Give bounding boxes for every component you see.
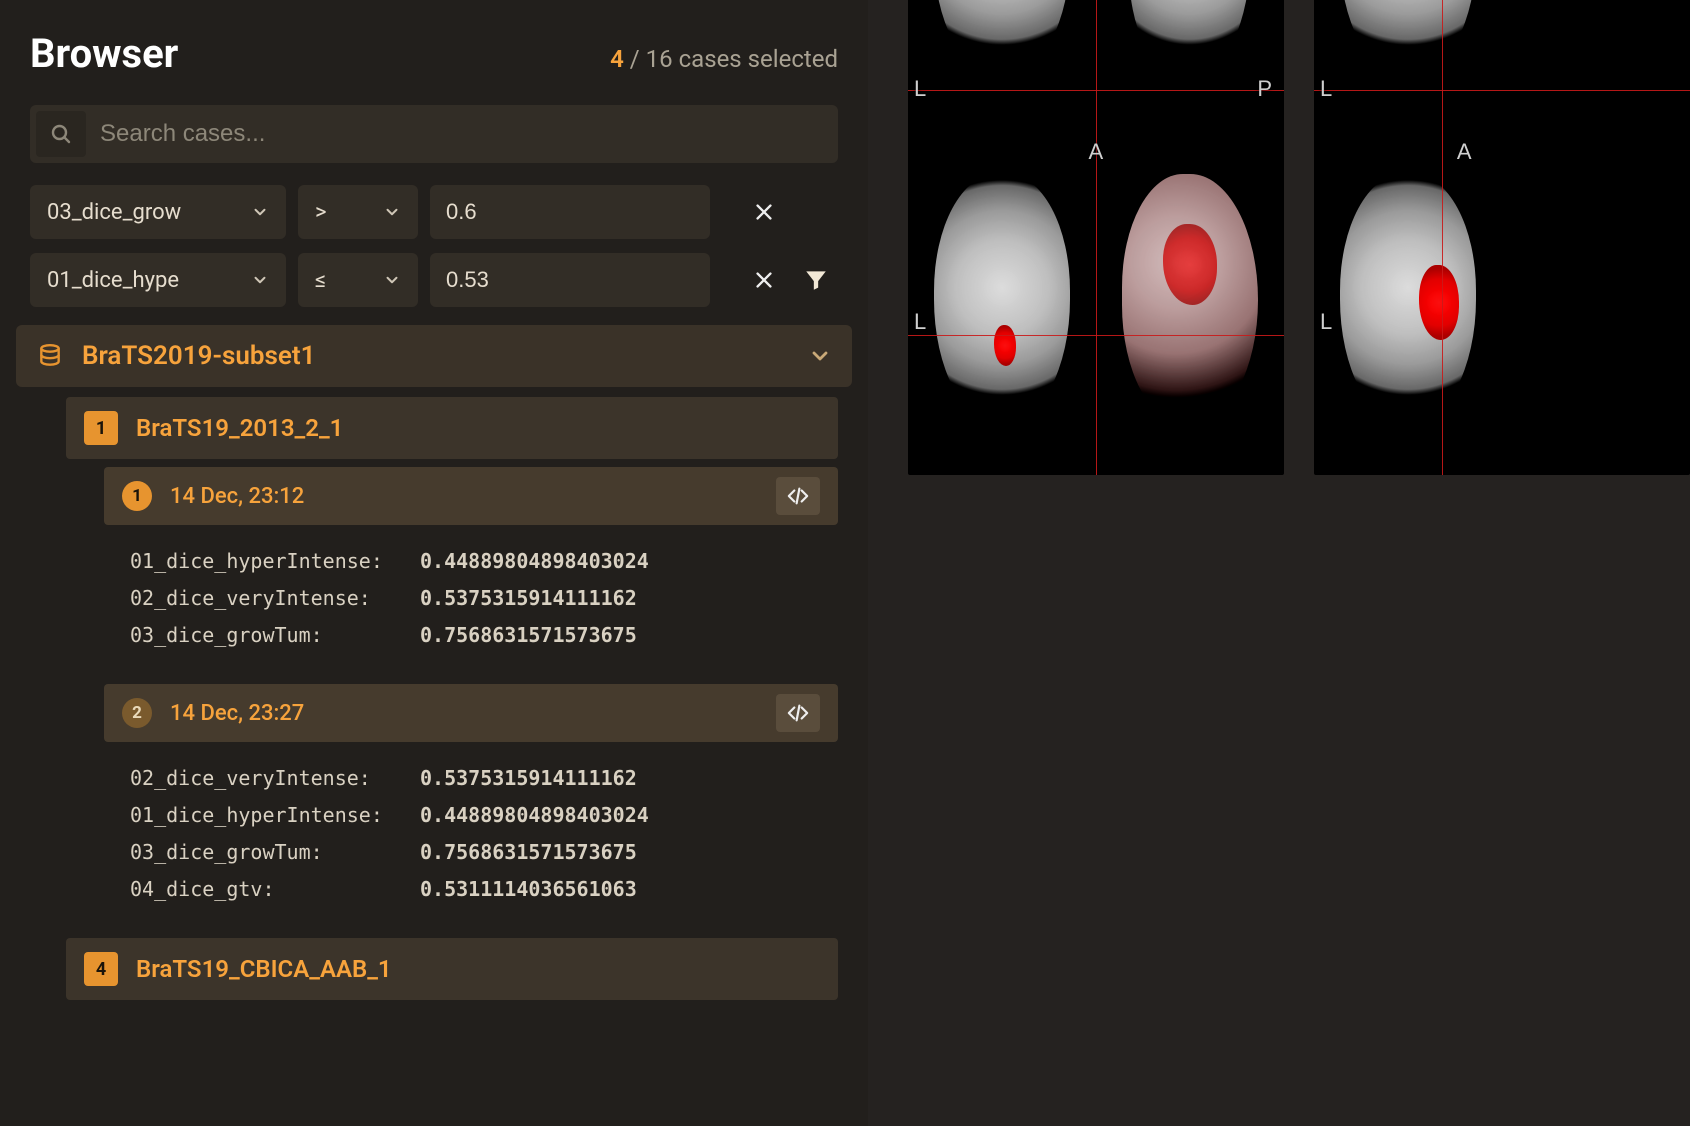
filter-field-label-2: 01_dice_hype [47, 268, 179, 293]
metric-row: 02_dice_veryIntense:0.5375315914111162 [130, 580, 820, 617]
viewer-panel: L P A L L A L [868, 0, 1690, 1126]
filter-remove-button-1[interactable] [746, 194, 782, 230]
case-thumbnail[interactable]: L P A L [908, 0, 1284, 475]
filter-row-2: 01_dice_hype ≤ [30, 253, 838, 307]
metric-row: 04_dice_gtv:0.5311114036561063 [130, 871, 820, 908]
filter-apply-button[interactable] [794, 258, 838, 302]
pass-code-button[interactable] [776, 477, 820, 515]
metric-row: 02_dice_veryIntense:0.5375315914111162 [130, 760, 820, 797]
close-icon [753, 269, 775, 291]
pass-badge: 1 [122, 481, 152, 511]
orientation-label-a: A [1088, 139, 1103, 165]
filter-value-input-1[interactable] [430, 185, 710, 239]
code-icon [785, 485, 811, 507]
chevron-down-icon [383, 203, 401, 221]
search-input[interactable] [92, 110, 832, 158]
dataset-name: BraTS2019-subset1 [82, 341, 315, 371]
case-badge: 4 [84, 952, 118, 986]
chevron-down-icon [808, 344, 832, 368]
orientation-label-l: L [914, 309, 926, 335]
search-row[interactable] [30, 105, 838, 163]
filter-field-select-1[interactable]: 03_dice_grow [30, 185, 286, 239]
selected-count: 4 [610, 45, 624, 73]
metrics-block: 01_dice_hyperIntense:0.44889804898403024… [104, 533, 838, 668]
filter-op-label-1: > [315, 200, 327, 225]
filter-op-select-1[interactable]: > [298, 185, 418, 239]
close-icon [753, 201, 775, 223]
case-list: BraTS2019-subset1 1 BraTS19_2013_2_1 1 1… [30, 325, 838, 1000]
pass-row[interactable]: 2 14 Dec, 23:27 [104, 684, 838, 742]
database-icon [36, 342, 64, 370]
metric-row: 03_dice_growTum:0.7568631571573675 [130, 834, 820, 871]
pass-timestamp: 14 Dec, 23:27 [170, 701, 304, 726]
case-thumbnail[interactable]: L A L [1314, 0, 1690, 475]
orientation-label-a: A [1457, 139, 1472, 165]
filter-row-1: 03_dice_grow > [30, 185, 838, 239]
total-count-suffix: 16 cases selected [646, 45, 838, 73]
chevron-down-icon [383, 271, 401, 289]
code-icon [785, 702, 811, 724]
pass-timestamp: 14 Dec, 23:12 [170, 484, 304, 509]
chevron-down-icon [251, 271, 269, 289]
case-name: BraTS19_CBICA_AAB_1 [136, 955, 392, 983]
pass-badge: 2 [122, 698, 152, 728]
browser-title: Browser [30, 30, 178, 77]
pass-code-button[interactable] [776, 694, 820, 732]
metrics-block: 02_dice_veryIntense:0.5375315914111162 0… [104, 750, 838, 922]
metric-row: 03_dice_growTum:0.7568631571573675 [130, 617, 820, 654]
case-row[interactable]: 4 BraTS19_CBICA_AAB_1 [66, 938, 838, 1000]
selection-count: 4 / 16 cases selected [610, 45, 838, 73]
orientation-label-p: P [1257, 76, 1272, 102]
metric-row: 01_dice_hyperIntense:0.44889804898403024 [130, 797, 820, 834]
case-badge: 1 [84, 411, 118, 445]
browser-header: Browser 4 / 16 cases selected [30, 30, 838, 77]
browser-panel: Browser 4 / 16 cases selected 03_dice_gr… [0, 0, 868, 1126]
filter-icon [803, 267, 829, 293]
filter-field-select-2[interactable]: 01_dice_hype [30, 253, 286, 307]
case-name: BraTS19_2013_2_1 [136, 414, 343, 442]
filter-remove-button-2[interactable] [746, 262, 782, 298]
orientation-label-l: L [1320, 309, 1332, 335]
filter-op-select-2[interactable]: ≤ [298, 253, 418, 307]
filter-field-label-1: 03_dice_grow [47, 200, 181, 225]
pass-row[interactable]: 1 14 Dec, 23:12 [104, 467, 838, 525]
case-row[interactable]: 1 BraTS19_2013_2_1 [66, 397, 838, 459]
search-icon [36, 111, 86, 157]
filter-op-label-2: ≤ [315, 268, 326, 293]
chevron-down-icon [251, 203, 269, 221]
dataset-row[interactable]: BraTS2019-subset1 [16, 325, 852, 387]
filter-value-input-2[interactable] [430, 253, 710, 307]
metric-row: 01_dice_hyperIntense:0.44889804898403024 [130, 543, 820, 580]
orientation-label-l: L [914, 76, 926, 102]
orientation-label-l: L [1320, 76, 1332, 102]
